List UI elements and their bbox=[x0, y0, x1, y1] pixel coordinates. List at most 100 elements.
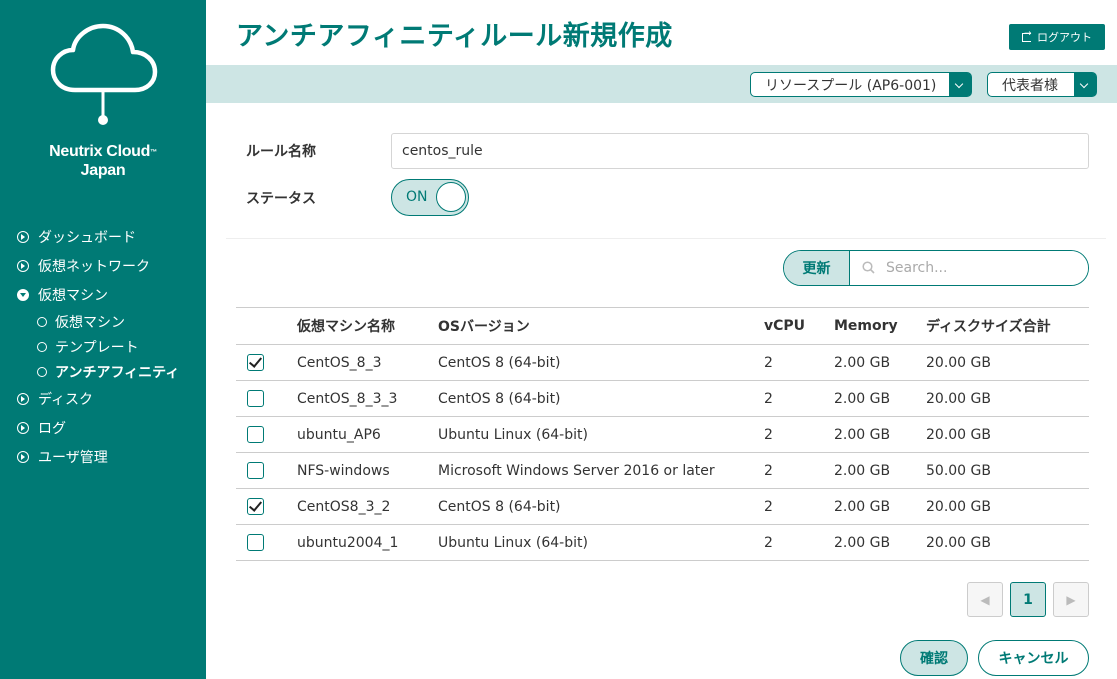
disk-cell: 20.00 GB bbox=[926, 344, 1089, 381]
vcpu-cell: 2 bbox=[764, 344, 834, 381]
status-toggle-text: ON bbox=[406, 189, 428, 205]
disk-cell: 20.00 GB bbox=[926, 524, 1089, 561]
brand-tm: ™ bbox=[150, 149, 157, 156]
vcpu-cell: 2 bbox=[764, 416, 834, 453]
rule-name-input[interactable] bbox=[391, 133, 1089, 169]
sidebar-item-label: ログ bbox=[38, 420, 66, 437]
vm-table: 仮想マシン名称 OSバージョン vCPU Memory ディスクサイズ合計 Ce… bbox=[236, 307, 1089, 561]
vm-name-cell: ubuntu_AP6 bbox=[297, 416, 438, 453]
row-checkbox[interactable] bbox=[247, 390, 264, 407]
vm-name-cell: ubuntu2004_1 bbox=[297, 524, 438, 561]
os-cell: CentOS 8 (64-bit) bbox=[438, 488, 764, 525]
circle-arrow-right-icon bbox=[17, 230, 29, 243]
sidebar-nav: ダッシュボード 仮想ネットワーク 仮想マシン 仮想マシン テンプレート アンチア… bbox=[0, 222, 206, 471]
sidebar-subitem-vm-list[interactable]: 仮想マシン bbox=[37, 309, 206, 334]
sidebar-item-user-management[interactable]: ユーザ管理 bbox=[0, 442, 206, 471]
circle-arrow-down-icon bbox=[17, 288, 29, 301]
search-input[interactable] bbox=[850, 251, 1088, 285]
logo: Neutrix Cloud™ Japan bbox=[0, 22, 206, 180]
memory-cell: 2.00 GB bbox=[834, 380, 926, 417]
table-row[interactable]: CentOS8_3_2 CentOS 8 (64-bit) 2 2.00 GB … bbox=[236, 488, 1089, 525]
sidebar-subitem-label: テンプレート bbox=[55, 339, 139, 356]
vcpu-cell: 2 bbox=[764, 524, 834, 561]
circle-arrow-right-icon bbox=[17, 450, 29, 463]
status-label: ステータス bbox=[246, 191, 316, 207]
table-row[interactable]: CentOS_8_3_3 CentOS 8 (64-bit) 2 2.00 GB… bbox=[236, 380, 1089, 417]
circle-arrow-right-icon bbox=[17, 421, 29, 434]
chevron-down-icon bbox=[949, 73, 971, 96]
column-header: ディスクサイズ合計 bbox=[926, 307, 1089, 345]
next-page-button[interactable]: ▶ bbox=[1053, 582, 1089, 617]
vm-name-cell: CentOS8_3_2 bbox=[297, 488, 438, 525]
refresh-button[interactable]: 更新 bbox=[784, 251, 850, 285]
sidebar: Neutrix Cloud™ Japan ダッシュボード 仮想ネットワーク 仮想… bbox=[0, 0, 206, 679]
circle-icon bbox=[37, 341, 47, 352]
row-checkbox[interactable] bbox=[247, 534, 264, 551]
disk-cell: 50.00 GB bbox=[926, 452, 1089, 489]
user-value: 代表者様 bbox=[1002, 77, 1058, 94]
vm-name-cell: NFS-windows bbox=[297, 452, 438, 489]
logout-icon bbox=[1022, 29, 1032, 42]
column-header: 仮想マシン名称 bbox=[297, 307, 438, 345]
memory-cell: 2.00 GB bbox=[834, 524, 926, 561]
cancel-button[interactable]: キャンセル bbox=[978, 640, 1089, 676]
os-cell: Microsoft Windows Server 2016 or later bbox=[438, 452, 764, 489]
table-row[interactable]: ubuntu_AP6 Ubuntu Linux (64-bit) 2 2.00 … bbox=[236, 416, 1089, 453]
circle-icon bbox=[37, 366, 47, 377]
user-select[interactable]: 代表者様 bbox=[987, 72, 1097, 97]
divider bbox=[226, 238, 1106, 239]
disk-cell: 20.00 GB bbox=[926, 416, 1089, 453]
confirm-button[interactable]: 確認 bbox=[900, 640, 968, 676]
cloud-icon bbox=[50, 23, 158, 125]
table-header-row: 仮想マシン名称 OSバージョン vCPU Memory ディスクサイズ合計 bbox=[236, 307, 1089, 345]
sidebar-item-virtual-machine[interactable]: 仮想マシン bbox=[0, 280, 206, 309]
page-title: アンチアフィニティルール新規作成 bbox=[236, 21, 673, 52]
brand-sub: Japan bbox=[80, 162, 126, 179]
circle-arrow-right-icon bbox=[17, 259, 29, 272]
column-header: OSバージョン bbox=[438, 307, 764, 345]
table-row[interactable]: NFS-windows Microsoft Windows Server 201… bbox=[236, 452, 1089, 489]
sidebar-item-label: ダッシュボード bbox=[38, 229, 136, 246]
table-row[interactable]: ubuntu2004_1 Ubuntu Linux (64-bit) 2 2.0… bbox=[236, 524, 1089, 561]
row-checkbox[interactable] bbox=[247, 462, 264, 479]
row-checkbox[interactable] bbox=[247, 354, 264, 371]
sidebar-item-virtual-network[interactable]: 仮想ネットワーク bbox=[0, 251, 206, 280]
memory-cell: 2.00 GB bbox=[834, 488, 926, 525]
sidebar-item-label: 仮想マシン bbox=[38, 287, 108, 304]
search-icon bbox=[862, 261, 875, 274]
resource-pool-select[interactable]: リソースプール (AP6-001) bbox=[750, 72, 972, 97]
sidebar-subitem-template[interactable]: テンプレート bbox=[37, 334, 206, 359]
header-checkbox-column bbox=[236, 307, 297, 345]
disk-cell: 20.00 GB bbox=[926, 488, 1089, 525]
vm-name-cell: CentOS_8_3 bbox=[297, 344, 438, 381]
sidebar-item-dashboard[interactable]: ダッシュボード bbox=[0, 222, 206, 251]
chevron-down-icon bbox=[1074, 73, 1096, 96]
sidebar-item-label: 仮想ネットワーク bbox=[38, 258, 150, 275]
logout-button[interactable]: ログアウト bbox=[1009, 24, 1105, 50]
sidebar-item-label: ユーザ管理 bbox=[38, 449, 108, 466]
memory-cell: 2.00 GB bbox=[834, 344, 926, 381]
sidebar-item-disk[interactable]: ディスク bbox=[0, 384, 206, 413]
vcpu-cell: 2 bbox=[764, 488, 834, 525]
sidebar-subitem-label: 仮想マシン bbox=[55, 314, 125, 331]
column-header: vCPU bbox=[764, 307, 834, 345]
prev-page-button[interactable]: ◀ bbox=[967, 582, 1003, 617]
table-row[interactable]: CentOS_8_3 CentOS 8 (64-bit) 2 2.00 GB 2… bbox=[236, 344, 1089, 381]
os-cell: CentOS 8 (64-bit) bbox=[438, 380, 764, 417]
disk-cell: 20.00 GB bbox=[926, 380, 1089, 417]
resource-pool-value: リソースプール (AP6-001) bbox=[765, 77, 937, 94]
search-group: 更新 bbox=[783, 250, 1089, 286]
sidebar-subitem-anti-affinity[interactable]: アンチアフィニティ bbox=[37, 359, 206, 384]
vm-name-cell: CentOS_8_3_3 bbox=[297, 380, 438, 417]
sidebar-item-log[interactable]: ログ bbox=[0, 413, 206, 442]
column-header: Memory bbox=[834, 307, 926, 345]
page-1-button[interactable]: 1 bbox=[1010, 582, 1046, 617]
status-toggle[interactable]: ON bbox=[391, 179, 469, 216]
os-cell: CentOS 8 (64-bit) bbox=[438, 344, 764, 381]
toggle-knob bbox=[436, 182, 466, 212]
row-checkbox[interactable] bbox=[247, 498, 264, 515]
os-cell: Ubuntu Linux (64-bit) bbox=[438, 416, 764, 453]
rule-name-label: ルール名称 bbox=[246, 144, 316, 160]
row-checkbox[interactable] bbox=[247, 426, 264, 443]
os-cell: Ubuntu Linux (64-bit) bbox=[438, 524, 764, 561]
